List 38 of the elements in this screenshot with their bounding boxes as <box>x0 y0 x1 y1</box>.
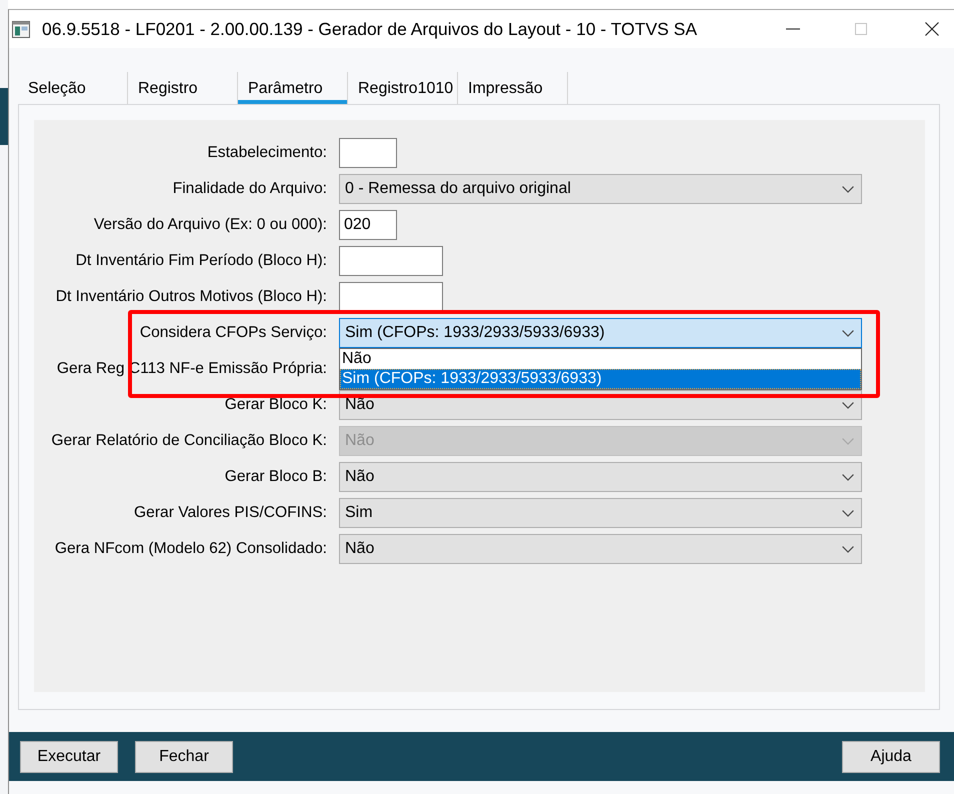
dropdown-option[interactable]: Sim (CFOPs: 1933/2933/5933/6933) <box>340 369 861 389</box>
field-label: Gerar Bloco B: <box>224 467 327 488</box>
dropdown[interactable]: Não <box>339 534 862 564</box>
maximize-icon <box>855 23 867 35</box>
field-label: Dt Inventário Fim Período (Bloco H): <box>74 251 327 272</box>
input-field[interactable] <box>339 138 397 168</box>
field-label: Finalidade do Arquivo: <box>172 179 327 200</box>
field-label: Gerar Bloco K: <box>224 395 327 416</box>
field-label: Estabelecimento: <box>206 143 327 164</box>
field-label: Gerar Valores PIS/COFINS: <box>133 503 327 524</box>
chevron-down-icon <box>842 186 854 192</box>
minimize-icon <box>786 28 800 30</box>
tab[interactable]: Parâmetro <box>238 72 348 104</box>
input-field[interactable] <box>339 246 443 276</box>
field-label: Gera NFcom (Modelo 62) Consolidado: <box>54 539 327 560</box>
field-label: Versão do Arquivo (Ex: 0 ou 000): <box>92 215 327 236</box>
chevron-down-icon <box>842 438 854 444</box>
dropdown-option[interactable]: Não <box>340 349 861 369</box>
chevron-down-icon <box>842 510 854 516</box>
close-icon <box>925 22 939 36</box>
dropdown[interactable]: Não <box>339 462 862 492</box>
input-field[interactable]: 020 <box>339 210 397 240</box>
dropdown[interactable]: Sim (CFOPs: 1933/2933/5933/6933) <box>339 318 862 348</box>
action-button[interactable]: Ajuda <box>842 740 940 772</box>
input-field[interactable] <box>339 282 443 312</box>
chevron-down-icon <box>842 330 854 336</box>
chevron-down-icon <box>842 474 854 480</box>
dropdown[interactable]: 0 - Remessa do arquivo original <box>339 174 862 204</box>
chevron-down-icon <box>842 546 854 552</box>
chevron-down-icon <box>842 402 854 408</box>
field-label: Considera CFOPs Serviço: <box>138 323 327 344</box>
action-button[interactable]: Executar <box>20 740 118 772</box>
action-button[interactable]: Fechar <box>135 740 233 772</box>
window-title: 06.9.5518 - LF0201 - 2.00.00.139 - Gerador de Arquivos do Layout - 10 - TOTVS SA <box>42 18 698 41</box>
field-label: Gerar Relatório de Conciliação Bloco K: <box>50 431 327 452</box>
app-window-icon <box>12 20 30 38</box>
field-label: Dt Inventário Outros Motivos (Bloco H): <box>54 287 327 308</box>
dropdown[interactable]: Sim <box>339 498 862 528</box>
